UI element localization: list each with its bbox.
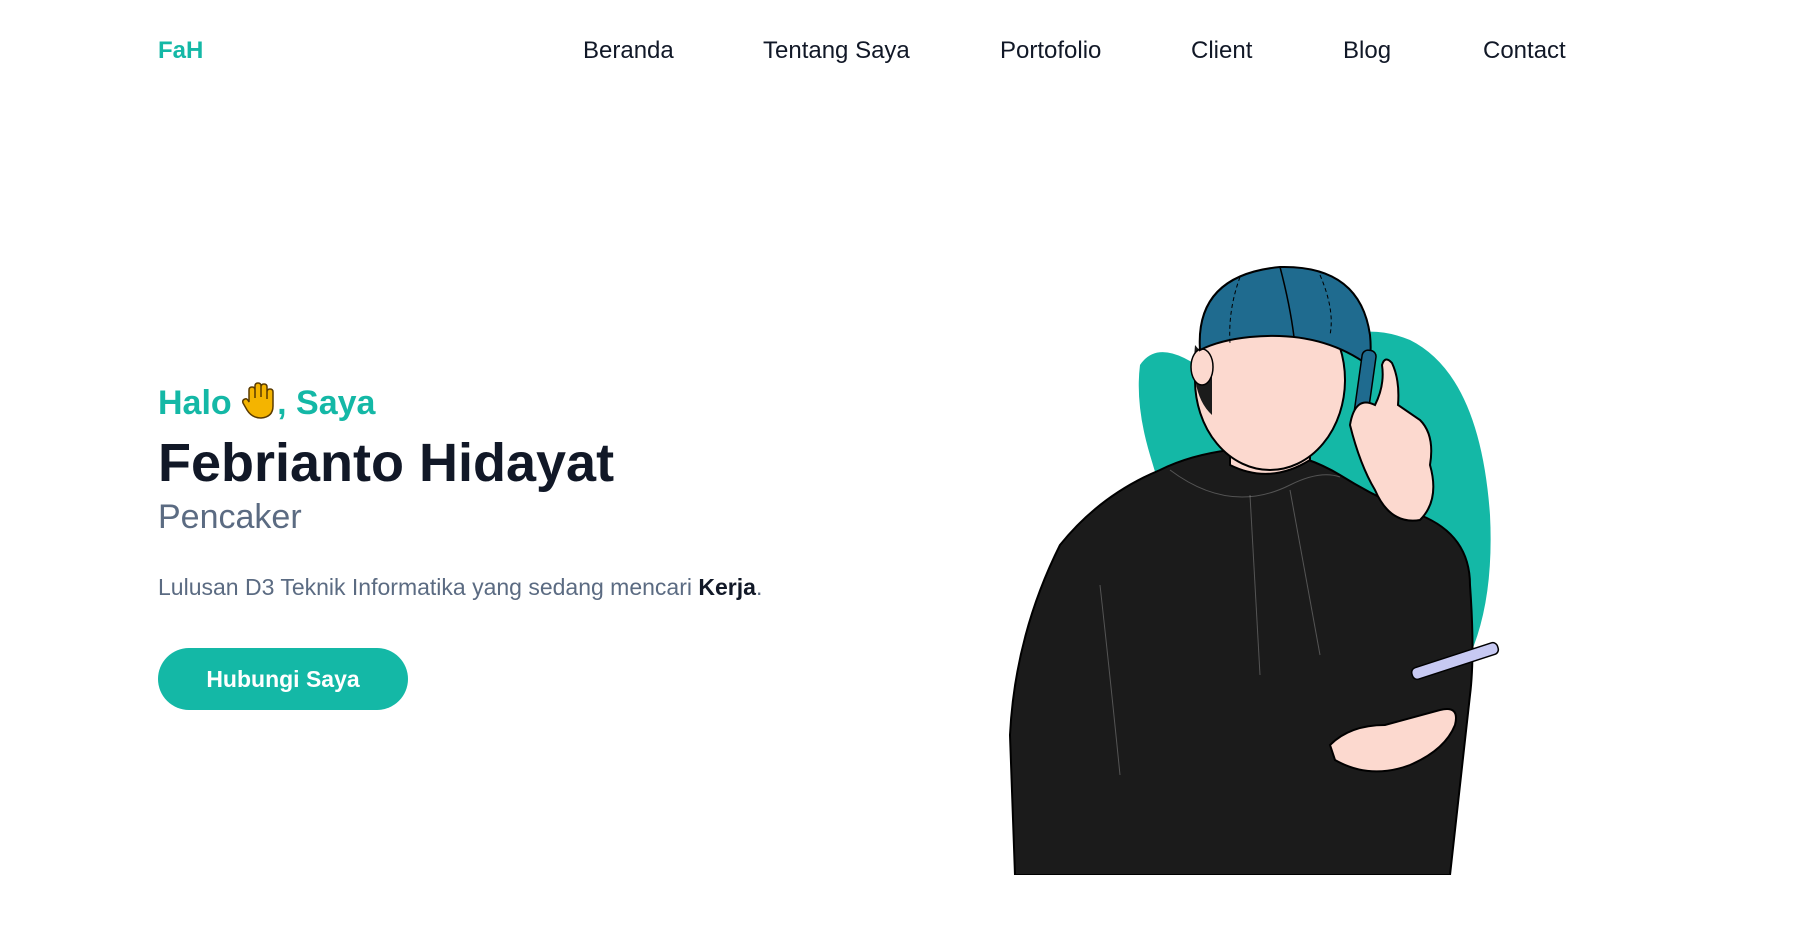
nav-link-portofolio[interactable]: Portofolio (1000, 37, 1101, 65)
nav-link-blog[interactable]: Blog (1343, 37, 1391, 65)
contact-me-button[interactable]: Hubungi Saya (158, 648, 408, 710)
nav-link-beranda[interactable]: Beranda (583, 37, 674, 65)
description-end: . (755, 574, 763, 600)
logo[interactable]: FaH (158, 37, 203, 65)
hero-name: Febrianto Hidayat (158, 433, 615, 493)
raised-hand-icon (241, 380, 277, 420)
hero-description: Lulusan D3 Teknik Informatika yang sedan… (158, 574, 762, 601)
nav-link-client[interactable]: Client (1191, 37, 1252, 65)
description-highlight: Kerja (698, 574, 756, 600)
greeting-suffix: , Saya (277, 384, 376, 422)
nav-link-contact[interactable]: Contact (1483, 37, 1566, 65)
greeting-prefix: Halo (158, 384, 232, 422)
nav-link-tentang-saya[interactable]: Tentang Saya (763, 37, 910, 65)
person-on-phone-illustration (990, 255, 1610, 876)
hero-greeting: Halo , Saya (158, 380, 375, 423)
hero-role: Pencaker (158, 498, 302, 536)
description-text: Lulusan D3 Teknik Informatika yang sedan… (158, 574, 699, 600)
navbar: FaH Beranda Tentang Saya Portofolio Clie… (0, 0, 1798, 100)
